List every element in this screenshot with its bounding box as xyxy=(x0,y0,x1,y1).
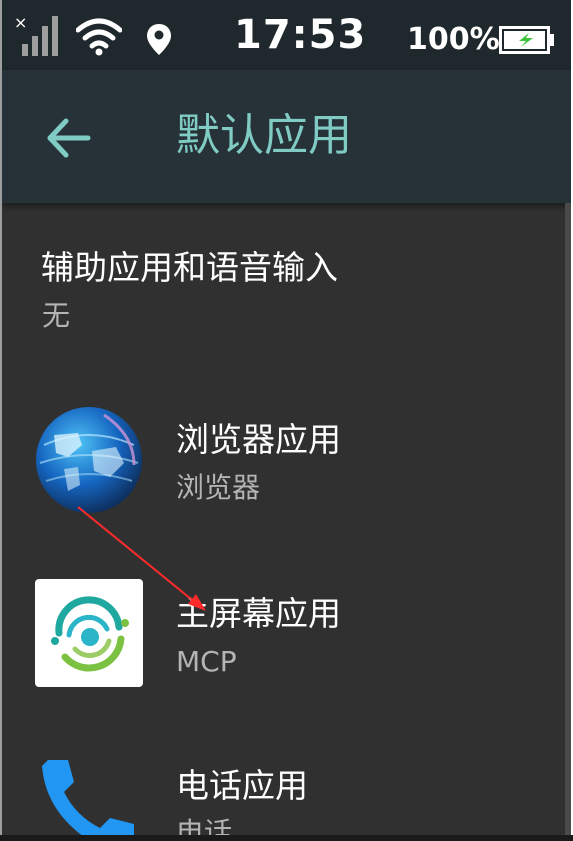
arrow-back-icon[interactable] xyxy=(42,112,94,164)
list-item-title: 辅助应用和语音输入 xyxy=(41,248,338,287)
list-item-title: 电话应用 xyxy=(176,766,308,805)
list-item-assist-voice-input[interactable]: 辅助应用和语音输入 无 xyxy=(2,203,562,373)
list-item-subtitle: 电话 xyxy=(176,816,233,835)
signal-no-service-icon: × xyxy=(14,14,58,56)
wifi-icon xyxy=(76,18,122,56)
svg-text:×: × xyxy=(14,14,27,32)
mcp-launcher-icon xyxy=(35,579,143,687)
location-icon xyxy=(147,24,171,55)
page-title: 默认应用 xyxy=(176,110,352,161)
battery-charging-icon xyxy=(499,26,554,54)
browser-globe-icon xyxy=(36,407,142,513)
bottom-edge xyxy=(0,835,573,841)
scrollbar-thumb[interactable] xyxy=(565,203,571,835)
list-item-subtitle: MCP xyxy=(176,645,237,678)
settings-screen: × 17:53 100% 默认应用 辅助应用和语音输入 无 浏览器应用 浏览器 … xyxy=(2,0,571,835)
list-item-title: 浏览器应用 xyxy=(176,420,341,459)
battery-percent: 100% xyxy=(407,22,500,57)
app-bar: 默认应用 xyxy=(2,70,571,203)
list-item-subtitle: 浏览器 xyxy=(176,471,261,504)
list-item-title: 主屏幕应用 xyxy=(176,594,341,633)
phone-icon xyxy=(42,760,134,835)
list-item-subtitle: 无 xyxy=(42,299,71,332)
status-bar: × 17:53 100% xyxy=(2,0,571,70)
status-time: 17:53 xyxy=(234,12,367,58)
mcp-logo-icon xyxy=(51,596,129,672)
